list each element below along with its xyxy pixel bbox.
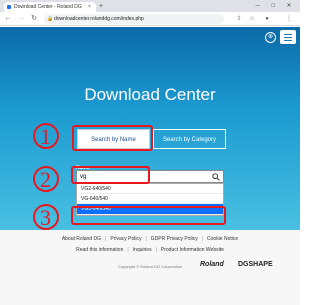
- copyright-text: Copyright © Roland DG Corporation: [118, 264, 183, 269]
- step-3-highlight-box: [71, 206, 226, 225]
- maximize-button[interactable]: □: [266, 0, 280, 12]
- new-tab-button[interactable]: +: [99, 2, 103, 12]
- forward-icon[interactable]: →: [16, 14, 26, 24]
- hamburger-line-icon: [284, 34, 292, 35]
- footer-separator: |: [145, 236, 147, 242]
- favicon-icon: [7, 5, 11, 9]
- profile-icon[interactable]: ●: [262, 14, 272, 24]
- footer-link[interactable]: Cookie Notice: [207, 236, 238, 242]
- window-controls: ─ □ ✕: [251, 0, 296, 12]
- step-2-highlight-box: [71, 166, 150, 184]
- address-bar: ← → ↻ 🔒 downloadcenter.rolanddg.com/inde…: [0, 12, 300, 26]
- footer-separator: |: [201, 236, 204, 242]
- star-icon[interactable]: ☆: [247, 14, 257, 24]
- lock-icon[interactable]: 🔒: [47, 14, 53, 24]
- back-icon[interactable]: ←: [3, 14, 13, 24]
- footer-link[interactable]: Product Information Website: [161, 247, 224, 253]
- footer-separator: |: [105, 236, 107, 242]
- footer-links-row1: About Roland DG | Privacy Policy | GDPR Priv…: [0, 236, 300, 242]
- roland-logo: Roland: [200, 261, 224, 268]
- footer-link[interactable]: GDPR Privacy Policy: [151, 236, 198, 242]
- footer-separator: |: [155, 247, 157, 253]
- browser-tab-bar: Download Center - Roland DG × + ─ □ ✕: [0, 0, 300, 12]
- tab-title: Download Center - Roland DG: [14, 4, 82, 10]
- step-2-number: 2: [40, 167, 51, 192]
- footer-link[interactable]: Privacy Policy: [110, 236, 141, 242]
- search-by-category-button[interactable]: Search by Category: [153, 129, 226, 149]
- footer-link[interactable]: About Roland DG: [62, 236, 101, 242]
- footer: About Roland DG | Privacy Policy | GDPR Priv…: [0, 230, 300, 305]
- step-3-number: 3: [40, 205, 51, 230]
- url-text: downloadcenter.rolanddg.com/index.php: [54, 16, 144, 22]
- hamburger-line-icon: [284, 37, 292, 38]
- step-1-highlight-box: [72, 125, 153, 151]
- step-1-number: 1: [40, 124, 51, 149]
- hamburger-menu-button[interactable]: [280, 30, 296, 44]
- dgshape-logo: DGSHAPE: [238, 261, 273, 268]
- footer-separator: |: [127, 247, 129, 253]
- search-icon[interactable]: [212, 173, 220, 181]
- dropdown-option[interactable]: VG2-640/540: [77, 184, 223, 194]
- url-field[interactable]: 🔒 downloadcenter.rolanddg.com/index.php: [44, 14, 224, 24]
- globe-icon[interactable]: ⊕: [265, 32, 276, 43]
- hamburger-line-icon: [284, 40, 292, 41]
- tab-close-icon[interactable]: ×: [88, 2, 91, 12]
- page-title: Download Center: [84, 85, 216, 104]
- reload-icon[interactable]: ↻: [29, 14, 39, 24]
- browser-tab[interactable]: Download Center - Roland DG: [4, 2, 96, 12]
- footer-link[interactable]: Read this information: [76, 247, 123, 253]
- minimize-button[interactable]: ─: [251, 0, 265, 12]
- footer-links-row2: Read this information | Inquiries | Product …: [0, 247, 300, 253]
- footer-link[interactable]: Inquiries: [133, 247, 152, 253]
- menu-icon[interactable]: ⋮: [284, 14, 294, 24]
- close-window-button[interactable]: ✕: [282, 0, 296, 12]
- dropdown-option[interactable]: VG-640/540: [77, 194, 223, 204]
- share-icon[interactable]: ⇪: [234, 14, 244, 24]
